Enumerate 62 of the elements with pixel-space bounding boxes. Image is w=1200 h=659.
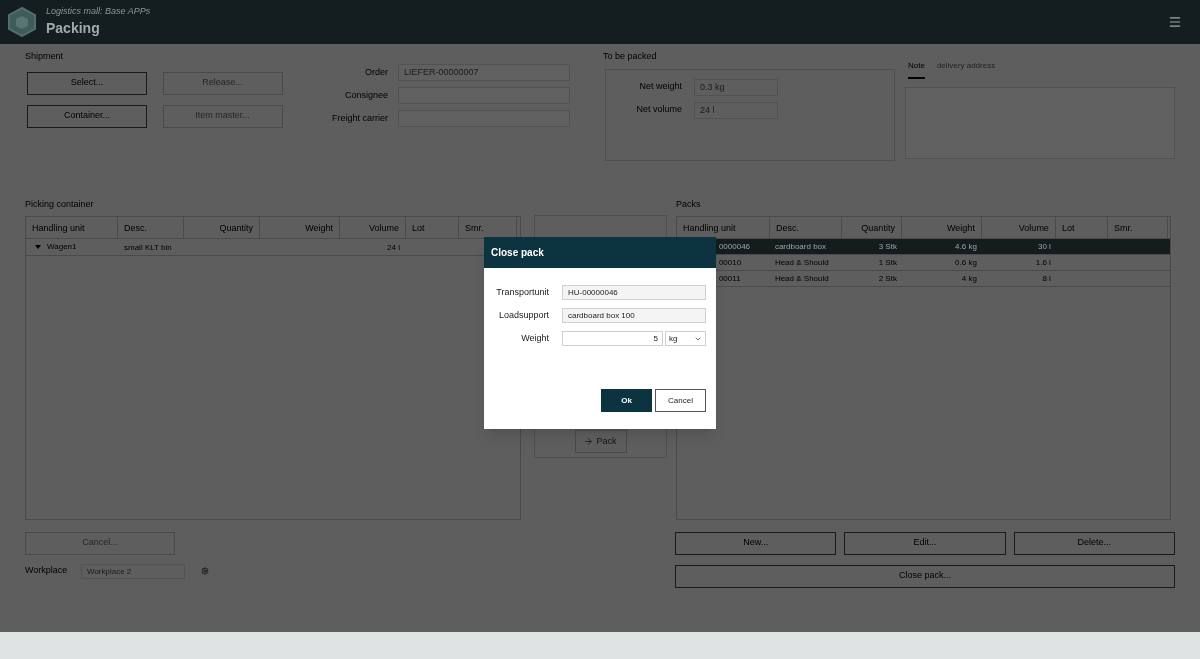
column-header[interactable]: Volume (340, 216, 406, 238)
table-cell-text: 0000046 (717, 240, 752, 253)
cancel-button[interactable]: Cancel (655, 389, 706, 412)
section-label: To be packed (603, 50, 658, 63)
column-header[interactable]: Volume (981, 216, 1056, 238)
field-label: Net volume (635, 103, 682, 117)
field-label: Consignee (343, 88, 388, 102)
app-subtitle: Logistics mall: Base APPs (46, 4, 151, 18)
weight-field[interactable]: 5 (562, 331, 663, 346)
table-cell-text: 0.6 kg (954, 256, 978, 269)
settings-icon[interactable] (201, 567, 209, 575)
section-label: Packs (675, 198, 702, 211)
table-cell: Wagen1 (47, 240, 77, 253)
table-cell-text: Head & Should (773, 272, 830, 285)
tab[interactable]: Note (908, 60, 925, 79)
column-header[interactable]: Desc. (118, 216, 184, 238)
table-cell-text: 30 l (1037, 240, 1052, 253)
column-header[interactable]: Lot (406, 216, 459, 238)
action-button[interactable]: New... (675, 531, 837, 555)
column-header[interactable]: Weight (260, 216, 340, 238)
field-label: Freight carrier (331, 111, 388, 125)
logo-icon (8, 7, 36, 37)
text-field[interactable]: LIEFER-00000007 (398, 64, 570, 81)
section-label: Shipment (25, 50, 65, 63)
field-label: Transportunit (495, 285, 549, 299)
table-cell-text: 4 kg (960, 272, 978, 285)
text-field[interactable]: HU-00000046 (562, 285, 706, 300)
column-header[interactable]: Handling unit (26, 216, 118, 238)
table-cell-text: 4.6 kg (954, 240, 978, 253)
table-cell-text: 1 Stk (877, 256, 898, 269)
field-label: Order (364, 65, 388, 79)
section-label: Picking container (25, 198, 95, 211)
close-pack-button[interactable]: Close pack... (675, 564, 1175, 588)
table-cell-text: 00011 (717, 272, 742, 285)
field-label: Loadsupport (497, 308, 549, 322)
arrow-right-icon (584, 437, 594, 446)
field-label: Workplace (25, 564, 69, 578)
action-button[interactable]: Select... (27, 71, 147, 95)
field-label: Weight (520, 331, 549, 345)
table-cell-text: Head & Should (773, 256, 830, 269)
text-field[interactable]: cardboard box 100 (562, 308, 706, 323)
field-label: Net weight (638, 80, 682, 94)
table-cell-text: 3 Stk (877, 240, 898, 253)
dialog-title: Close pack (491, 246, 544, 260)
column-header[interactable]: Lot (1055, 216, 1108, 238)
table-cell-text: small KLT bin (123, 241, 173, 254)
table-cell-text: cardboard box (773, 240, 828, 253)
caret-icon[interactable] (35, 244, 41, 249)
column-header[interactable]: Smr. (1107, 216, 1168, 238)
column-header[interactable]: Desc. (769, 216, 842, 238)
page-title: Packing (46, 19, 101, 39)
table-cell-text: 2 Stk (877, 272, 898, 285)
action-button[interactable]: Container... (27, 104, 147, 128)
column-header[interactable]: Weight (901, 216, 982, 238)
action-button[interactable]: Edit... (844, 531, 1006, 555)
menu-icon[interactable] (1168, 15, 1182, 29)
unit-select[interactable]: kg (665, 331, 706, 346)
column-header[interactable]: Quantity (184, 216, 260, 238)
table-cell-text: 00010 (717, 256, 743, 269)
column-header[interactable]: Quantity (841, 216, 902, 238)
ok-button[interactable]: Ok (601, 389, 652, 412)
action-button[interactable]: Delete... (1013, 531, 1175, 555)
